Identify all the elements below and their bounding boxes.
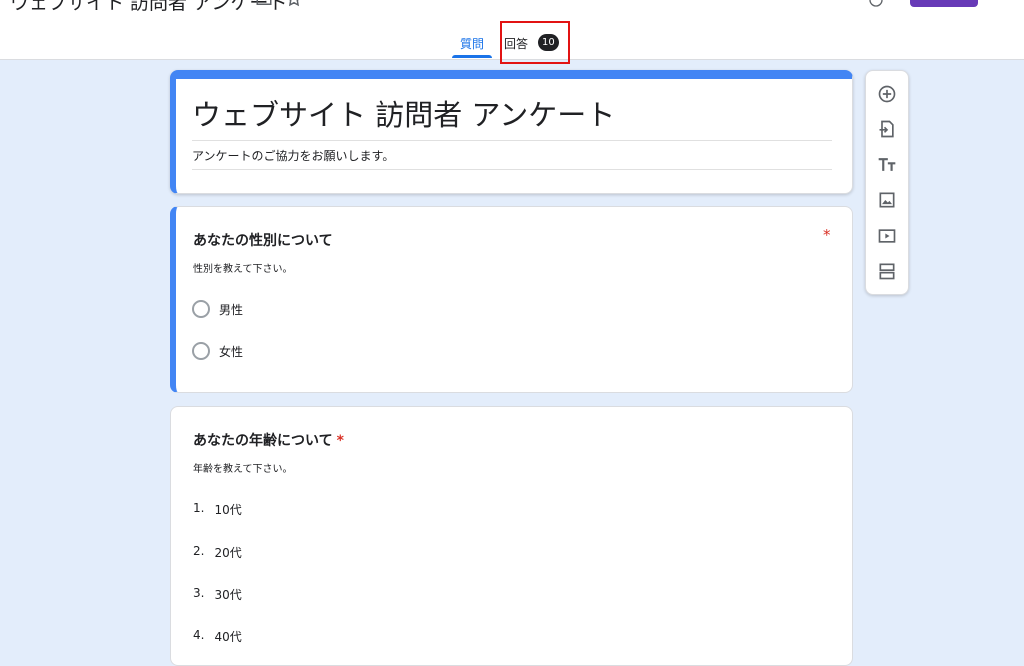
responses-count-badge: 10 <box>538 34 559 51</box>
option-label: 男性 <box>219 302 244 317</box>
tab-questions-label: 質問 <box>460 37 485 51</box>
form-title[interactable]: ウェブサイト 訪問者 アンケート <box>192 96 832 141</box>
document-title[interactable]: ウェブサイト 訪問者 アンケート <box>10 0 287 15</box>
send-button[interactable] <box>910 0 978 7</box>
form-description[interactable]: アンケートのご協力をお願いします。 <box>192 147 832 170</box>
folder-icon[interactable] <box>255 0 273 12</box>
list-option[interactable]: 3. 30代 <box>193 586 242 603</box>
side-toolbar <box>865 70 909 295</box>
required-mark: * <box>823 226 831 244</box>
tabs: 質問 回答 10 <box>450 30 569 60</box>
add-video-icon[interactable] <box>876 225 898 247</box>
import-questions-icon[interactable] <box>876 118 898 140</box>
question-title-text: あなたの年齢について <box>193 433 333 449</box>
add-title-icon[interactable] <box>876 154 898 176</box>
tab-responses[interactable]: 回答 10 <box>494 30 569 58</box>
question-description[interactable]: 年齢を教えて下さい。 <box>193 460 293 475</box>
list-option[interactable]: 4. 40代 <box>193 628 242 645</box>
option-label: 10代 <box>214 503 242 517</box>
star-icon[interactable] <box>285 0 303 12</box>
question-title[interactable]: あなたの年齢について * <box>193 430 344 450</box>
radio-button[interactable] <box>192 342 210 360</box>
radio-button[interactable] <box>192 300 210 318</box>
required-mark: * <box>336 433 344 449</box>
option-number: 4. <box>193 628 205 642</box>
question-card-gender[interactable]: あなたの性別について * 性別を教えて下さい。 男性 女性 <box>170 206 853 393</box>
option-number: 1. <box>193 501 205 515</box>
tab-responses-label: 回答 <box>504 37 529 51</box>
option-label: 女性 <box>219 344 244 359</box>
option-label: 40代 <box>214 630 242 644</box>
question-card-age[interactable]: あなたの年齢について * 年齢を教えて下さい。 1. 10代 2. 20代 3. … <box>170 406 853 666</box>
option-number: 2. <box>193 544 205 558</box>
form-title-card[interactable]: ウェブサイト 訪問者 アンケート アンケートのご協力をお願いします。 <box>170 70 853 194</box>
list-option[interactable]: 1. 10代 <box>193 501 242 518</box>
question-title[interactable]: あなたの性別について <box>193 230 333 250</box>
add-section-icon[interactable] <box>876 260 898 282</box>
top-bar: ウェブサイト 訪問者 アンケート 質問 回答 10 <box>0 0 1024 60</box>
option-label: 20代 <box>214 546 242 560</box>
question-description[interactable]: 性別を教えて下さい。 <box>193 260 293 275</box>
add-image-icon[interactable] <box>876 189 898 211</box>
title-icons <box>255 0 303 12</box>
radio-option[interactable]: 男性 <box>192 300 243 318</box>
radio-option[interactable]: 女性 <box>192 342 243 360</box>
tab-questions[interactable]: 質問 <box>450 30 494 58</box>
palette-icon[interactable] <box>868 0 884 8</box>
list-option[interactable]: 2. 20代 <box>193 544 242 561</box>
option-number: 3. <box>193 586 205 600</box>
option-label: 30代 <box>214 588 242 602</box>
add-question-icon[interactable] <box>876 83 898 105</box>
